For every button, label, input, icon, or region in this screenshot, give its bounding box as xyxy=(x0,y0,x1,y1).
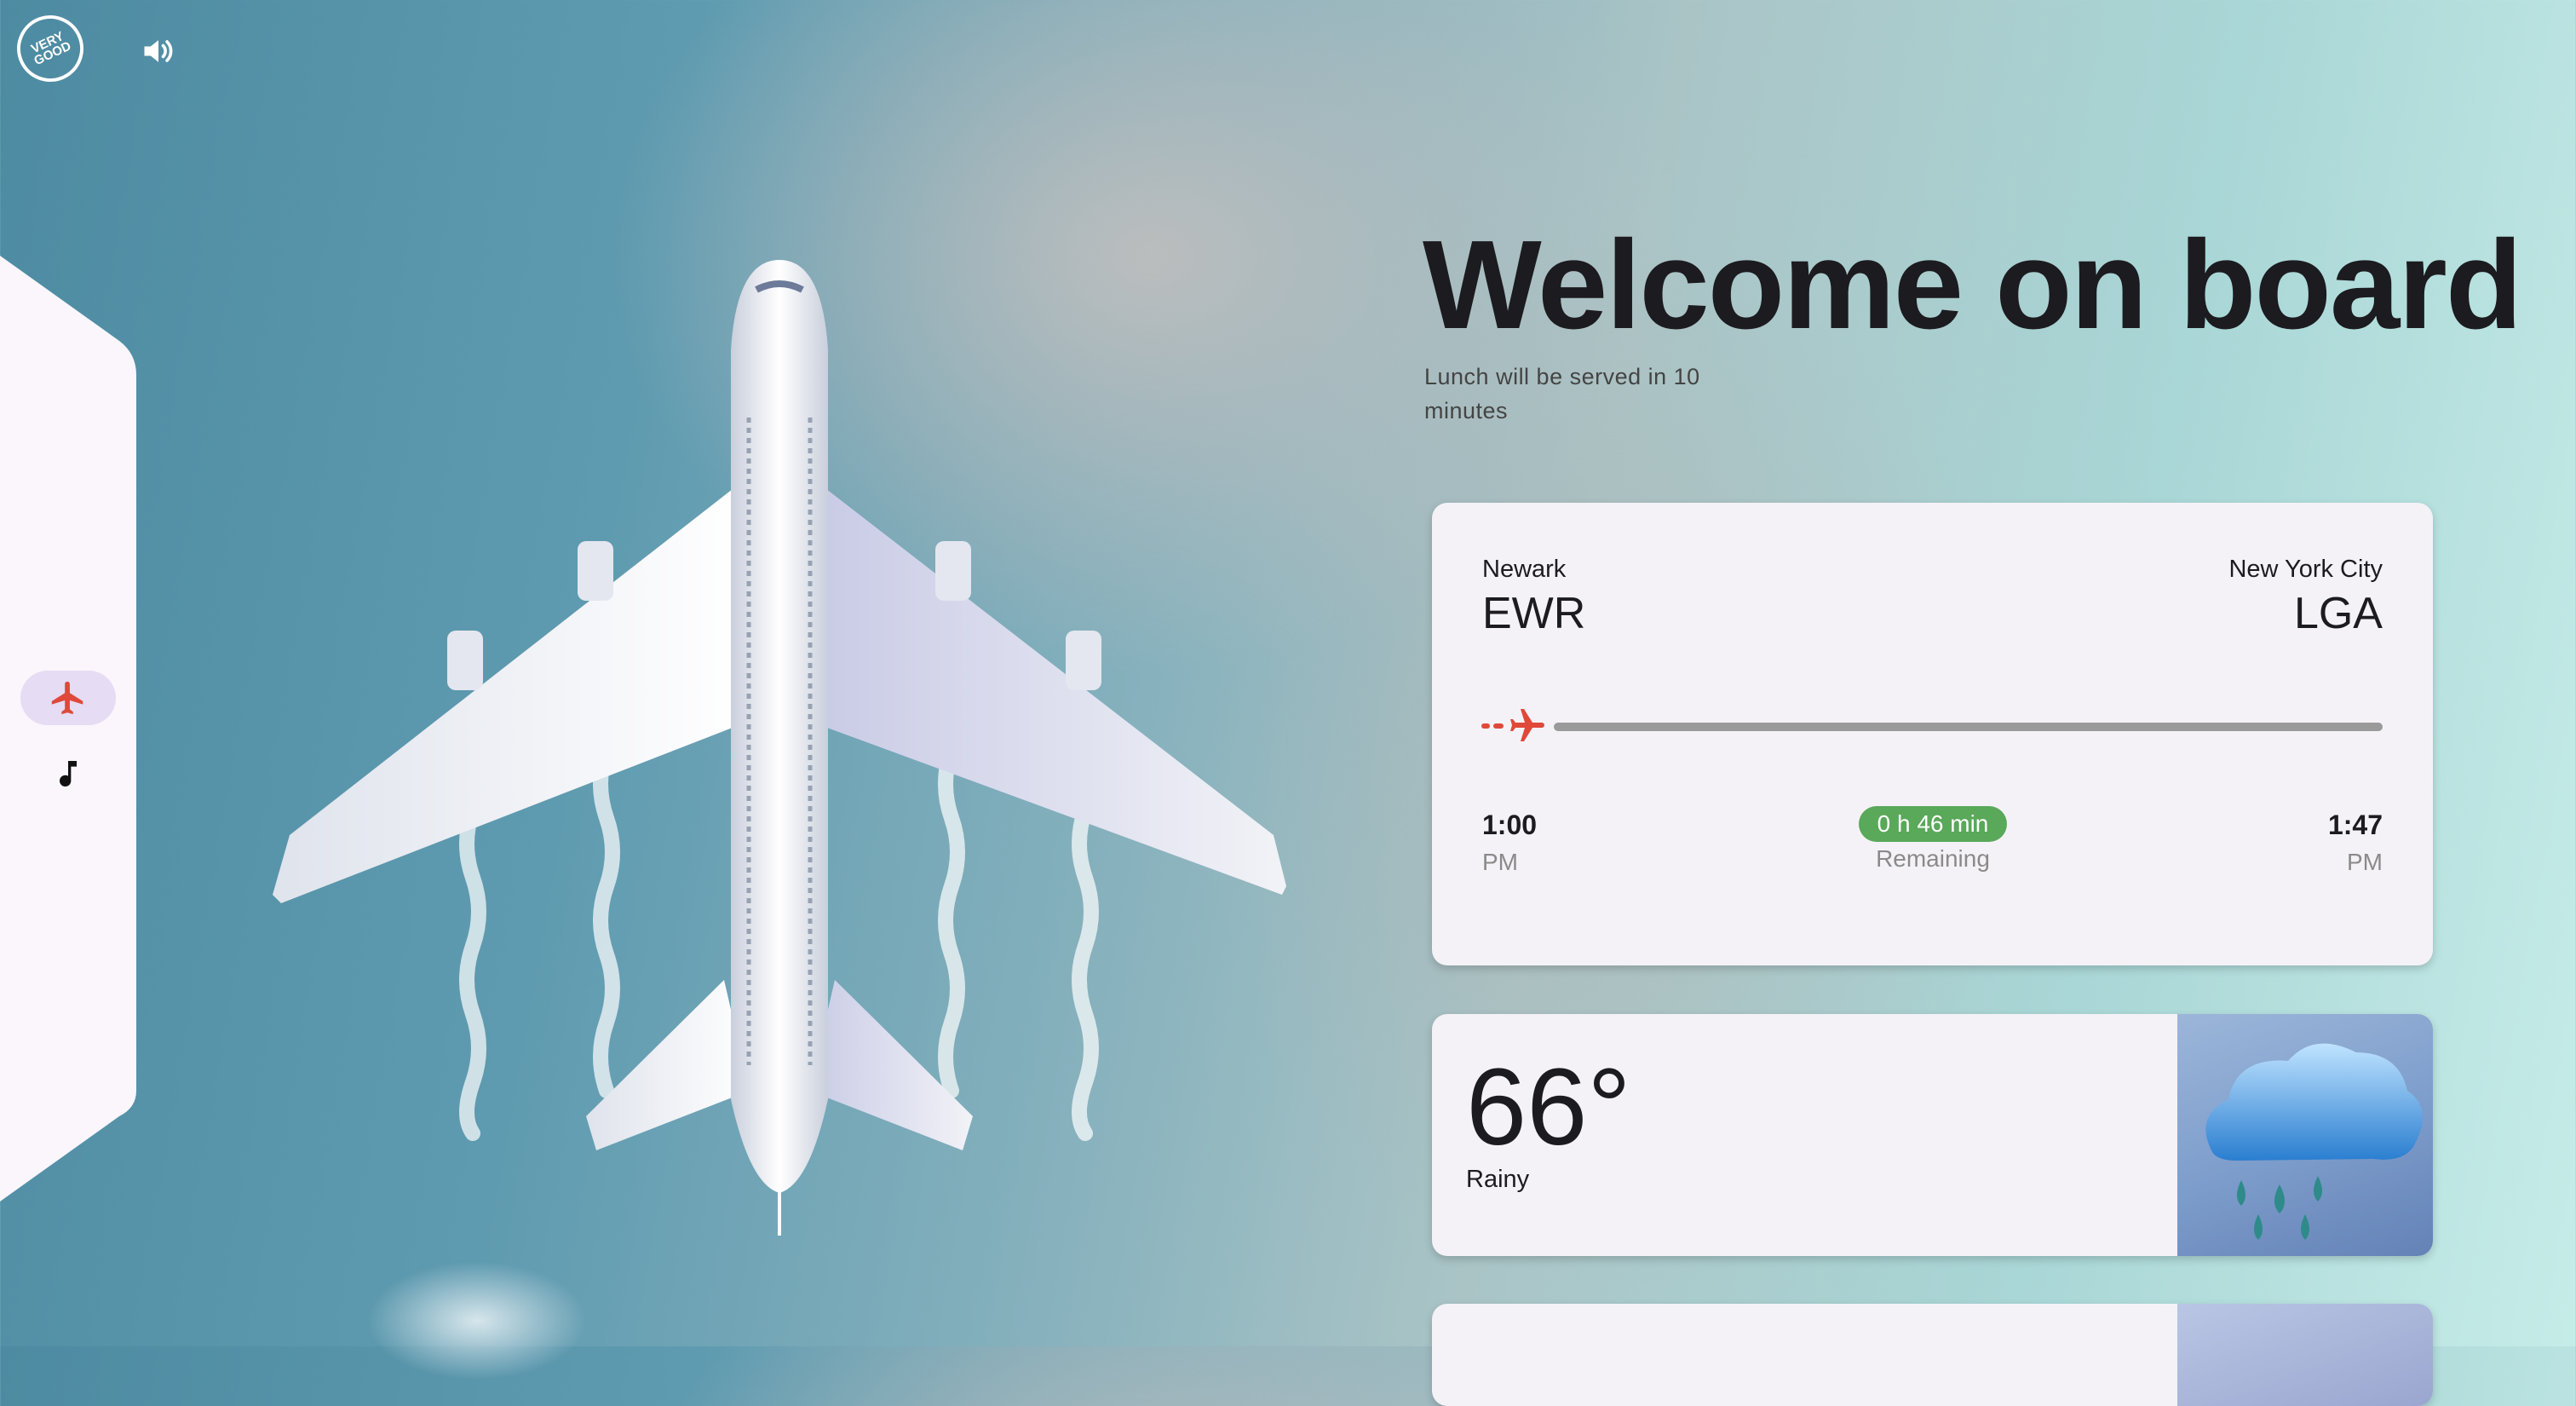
arrival-time: 1:47 xyxy=(2327,810,2383,840)
nav-item-flight[interactable] xyxy=(20,671,116,725)
lunch-notice: Lunch will be served in 10 minutes xyxy=(1424,364,1700,424)
nav-item-music[interactable] xyxy=(20,746,116,801)
origin-city: Newark xyxy=(1482,556,1567,583)
very-good-logo: VERY GOOD xyxy=(6,4,95,93)
weather-image xyxy=(2177,1014,2433,1256)
cloud-decoration xyxy=(366,1261,588,1380)
remaining-time-badge: 0 h 46 min xyxy=(1859,806,2007,842)
volume-icon[interactable] xyxy=(140,32,177,70)
weather-condition: Rainy xyxy=(1466,1166,1530,1193)
destination-city: New York City xyxy=(2228,556,2383,583)
progress-airplane-icon xyxy=(1481,709,1544,741)
page-title: Welcome on board xyxy=(1423,215,2522,355)
arrival-ampm: PM xyxy=(2347,849,2383,875)
rain-cloud-icon xyxy=(2205,1043,2423,1240)
airplane-illustration xyxy=(273,260,1286,1236)
temperature: 66° xyxy=(1466,1046,1631,1168)
destination-code: LGA xyxy=(2293,589,2383,638)
origin-code: EWR xyxy=(1482,589,1586,638)
departure-time: 1:00 xyxy=(1482,810,1538,840)
music-note-icon xyxy=(60,761,77,787)
card-image xyxy=(2177,1304,2433,1406)
remaining-label: Remaining xyxy=(1876,845,1990,872)
flight-progress-card[interactable]: Newark EWR New York City LGA 1:00 PM 0 h… xyxy=(1432,503,2433,965)
airplane-icon xyxy=(51,681,83,715)
flight-progress-track xyxy=(1554,723,2383,731)
additional-card[interactable] xyxy=(1432,1304,2433,1406)
logo-text: VERY GOOD xyxy=(28,28,74,69)
departure-ampm: PM xyxy=(1482,849,1518,875)
side-navigation-panel xyxy=(0,256,136,1201)
weather-card[interactable]: 66° Rainy xyxy=(1432,1014,2433,1256)
